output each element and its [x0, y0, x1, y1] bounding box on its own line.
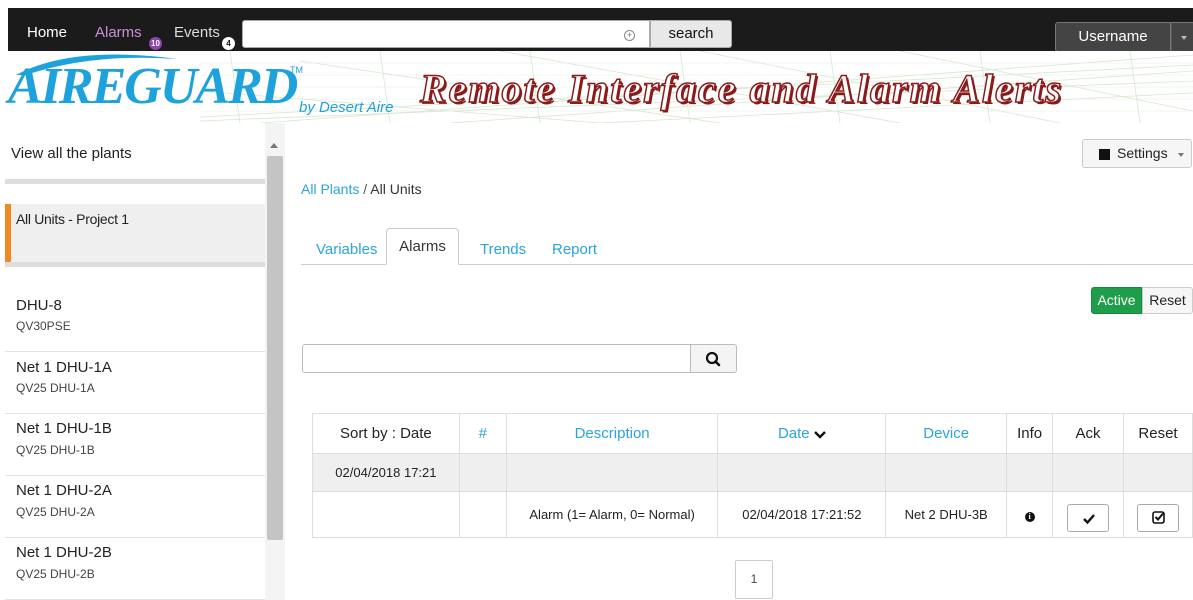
reset-cell [1123, 491, 1193, 538]
settings-button[interactable]: Settings [1082, 139, 1192, 168]
sidebar-project-label: All Units - Project 1 [16, 211, 129, 227]
header-banner: AIREGUARD TM by Desert Aire Remote Inter… [0, 51, 1193, 123]
table-cell [885, 453, 1008, 492]
aireguard-logo: AIREGUARD [8, 58, 298, 115]
alarms-table: Sort by : Date # Description Date Device… [312, 413, 1193, 538]
device-column-header[interactable]: Device [885, 413, 1008, 454]
sidebar: View all the plants All Units - Project … [0, 123, 286, 600]
ack-cell [1052, 491, 1124, 538]
table-cell [458, 453, 507, 492]
sort-chevron-down-icon [813, 430, 826, 439]
sidebar-divider [5, 262, 265, 267]
number-column-header[interactable]: # [458, 413, 507, 454]
unit-model: QV30PSE [16, 319, 71, 333]
nav-events-link[interactable]: Events [174, 24, 220, 41]
unit-model: QV25 DHU-2B [16, 567, 95, 581]
events-count-badge: 4 [222, 37, 235, 50]
search-button[interactable]: search [650, 20, 732, 48]
ack-column-header: Ack [1052, 413, 1124, 454]
unit-model: QV25 DHU-2A [16, 505, 95, 519]
breadcrumb-all-plants[interactable]: All Plants [301, 181, 359, 197]
plus-circle-icon[interactable]: + [624, 30, 635, 41]
tab-variables[interactable]: Variables [316, 241, 377, 258]
square-icon [1099, 149, 1110, 160]
table-group-row: 02/04/2018 17:21 [312, 453, 1193, 492]
table-row: Alarm (1= Alarm, 0= Normal) 02/04/2018 1… [312, 491, 1193, 538]
date-column-header[interactable]: Date [717, 413, 887, 454]
tab-report[interactable]: Report [552, 241, 597, 258]
info-column-header: Info [1006, 413, 1054, 454]
table-cell [1123, 453, 1193, 492]
nav-alarms-link[interactable]: Alarms [95, 24, 142, 41]
scroll-up-arrow-icon[interactable] [270, 143, 278, 148]
view-all-plants-link[interactable]: View all the plants [11, 145, 132, 162]
alarm-device: Net 2 DHU-3B [885, 491, 1008, 538]
unit-model: QV25 DHU-1A [16, 381, 95, 395]
pagination-page-1[interactable]: 1 [735, 560, 773, 599]
table-cell [1006, 453, 1054, 492]
caret-down-icon [1178, 153, 1184, 160]
alarms-count-badge: 10 [149, 37, 162, 50]
unit-name: Net 1 DHU-2B [16, 544, 112, 561]
sort-by-date-header[interactable]: Sort by : Date [312, 413, 460, 454]
table-cell [458, 491, 507, 538]
table-cell [717, 453, 887, 492]
table-cell [312, 491, 460, 538]
filter-search-button[interactable] [690, 344, 737, 373]
ack-button[interactable] [1067, 503, 1110, 532]
date-header-label: Date [777, 425, 810, 442]
top-navbar: Home Alarms 10 Events 4 + search Usernam… [8, 8, 1193, 52]
tab-alarms[interactable]: Alarms [386, 228, 459, 265]
unit-name: Net 1 DHU-2A [16, 482, 112, 499]
search-input[interactable] [242, 20, 650, 48]
scrollbar-thumb[interactable] [267, 156, 283, 540]
reset-column-header: Reset [1123, 413, 1193, 454]
info-icon[interactable]: i [1024, 512, 1035, 522]
unit-name: Net 1 DHU-1A [16, 359, 112, 376]
nav-home-link[interactable]: Home [27, 24, 67, 41]
settings-label: Settings [1117, 145, 1168, 161]
checkbox-checked-icon [1152, 510, 1165, 524]
alarm-date: 02/04/2018 17:21:52 [717, 491, 887, 538]
breadcrumb-separator: / [359, 181, 371, 197]
alarm-description: Alarm (1= Alarm, 0= Normal) [505, 491, 719, 538]
group-date-label: 02/04/2018 17:21 [312, 453, 460, 492]
sidebar-divider [5, 179, 265, 184]
logo-byline: by Desert Aire [299, 99, 394, 116]
breadcrumb: All Plants / All Units [301, 181, 422, 197]
table-header-row: Sort by : Date # Description Date Device… [312, 413, 1193, 454]
reset-button[interactable] [1137, 503, 1179, 532]
checkmark-icon [1083, 513, 1095, 524]
info-cell: i [1006, 491, 1054, 538]
table-cell [505, 453, 719, 492]
description-column-header[interactable]: Description [505, 413, 719, 454]
unit-model: QV25 DHU-1B [16, 443, 95, 457]
active-toggle-button[interactable]: Active [1091, 287, 1142, 314]
tab-trends[interactable]: Trends [480, 241, 526, 258]
table-cell [1052, 453, 1124, 492]
alarm-filter-input[interactable] [302, 344, 691, 373]
unit-name: Net 1 DHU-1B [16, 420, 112, 437]
username-button[interactable]: Username [1055, 22, 1171, 52]
logo-trademark: TM [290, 65, 303, 75]
page: Home Alarms 10 Events 4 + search Usernam… [0, 0, 1193, 600]
unit-name: DHU-8 [16, 297, 62, 314]
user-menu-caret-icon[interactable] [1171, 22, 1193, 52]
breadcrumb-current: All Units [370, 181, 422, 197]
banner-title: Remote Interface and Alarm Alerts [419, 65, 1064, 112]
magnifier-icon [705, 351, 721, 367]
reset-toggle-button[interactable]: Reset [1142, 287, 1193, 314]
